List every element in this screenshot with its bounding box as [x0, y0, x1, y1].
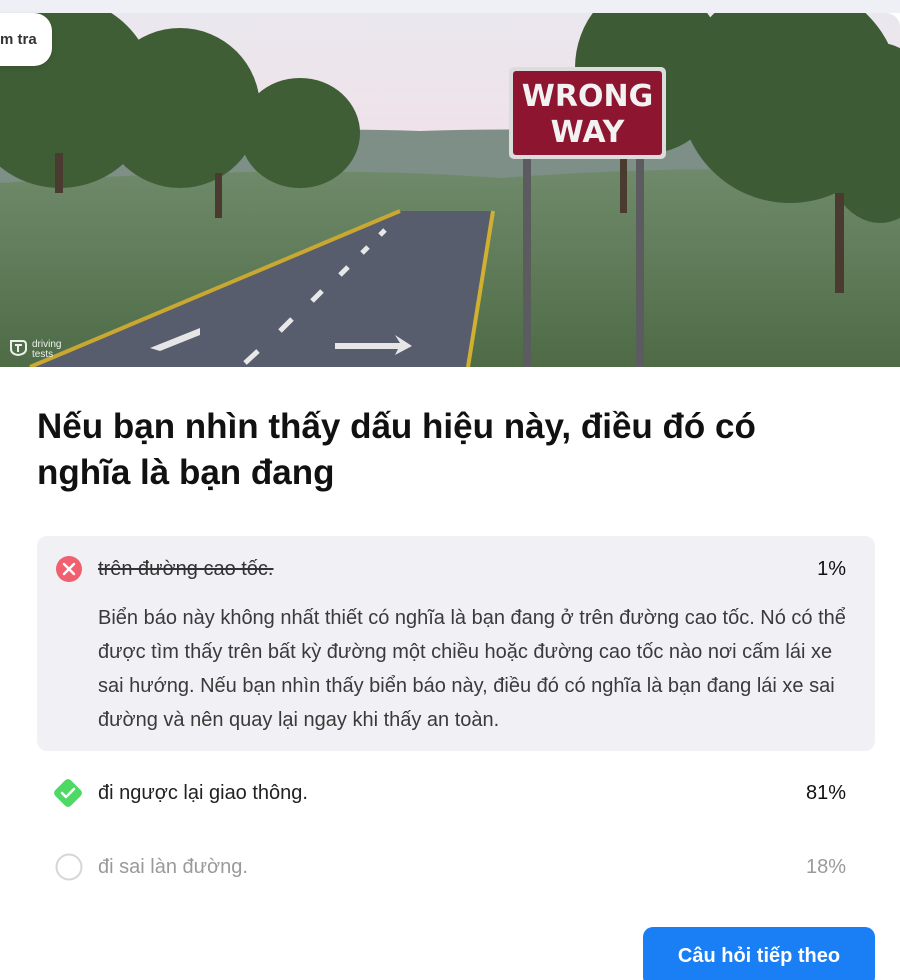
answer-text: đi sai làn đường.: [98, 855, 248, 878]
answer-option-3[interactable]: đi sai làn đường. 18%: [37, 852, 875, 882]
answer-text: đi ngược lại giao thông.: [98, 781, 308, 804]
top-strip: [0, 0, 900, 13]
sign-line2: WAY: [551, 115, 626, 150]
answer-row: đi ngược lại giao thông. 81%: [37, 778, 875, 808]
answer-option-1[interactable]: trên đường cao tốc. 1% Biển báo này khôn…: [37, 536, 875, 751]
answer-text: trên đường cao tốc.: [98, 557, 274, 580]
answer-percent: 1%: [817, 557, 846, 580]
answer-row: đi sai làn đường. 18%: [37, 852, 875, 882]
correct-check-icon: [51, 776, 85, 810]
logo-icon: [8, 337, 28, 362]
next-question-button[interactable]: Câu hỏi tiếp theo: [643, 927, 875, 980]
wrong-x-icon: [55, 555, 83, 583]
answer-row: trên đường cao tốc. 1%: [37, 554, 875, 584]
question-image: WRONG WAY: [0, 13, 900, 367]
empty-radio-icon: [55, 853, 83, 881]
answer-percent: 81%: [805, 781, 846, 804]
watermark-text: driving tests: [32, 339, 78, 360]
question-text: Nếu bạn nhìn thấy dấu hiệu này, điều đó …: [37, 407, 756, 492]
answer-percent: 18%: [805, 855, 846, 878]
answer-explanation: Biển báo này không nhất thiết có nghĩa l…: [98, 607, 846, 731]
watermark-logo: driving tests: [8, 337, 78, 362]
watermark-line2: tests: [32, 348, 54, 360]
check-pill-button[interactable]: m tra: [0, 13, 52, 66]
answer-option-2[interactable]: đi ngược lại giao thông. 81%: [37, 778, 875, 808]
sign-line1: WRONG: [522, 79, 653, 114]
check-pill-label: m tra: [0, 31, 37, 48]
